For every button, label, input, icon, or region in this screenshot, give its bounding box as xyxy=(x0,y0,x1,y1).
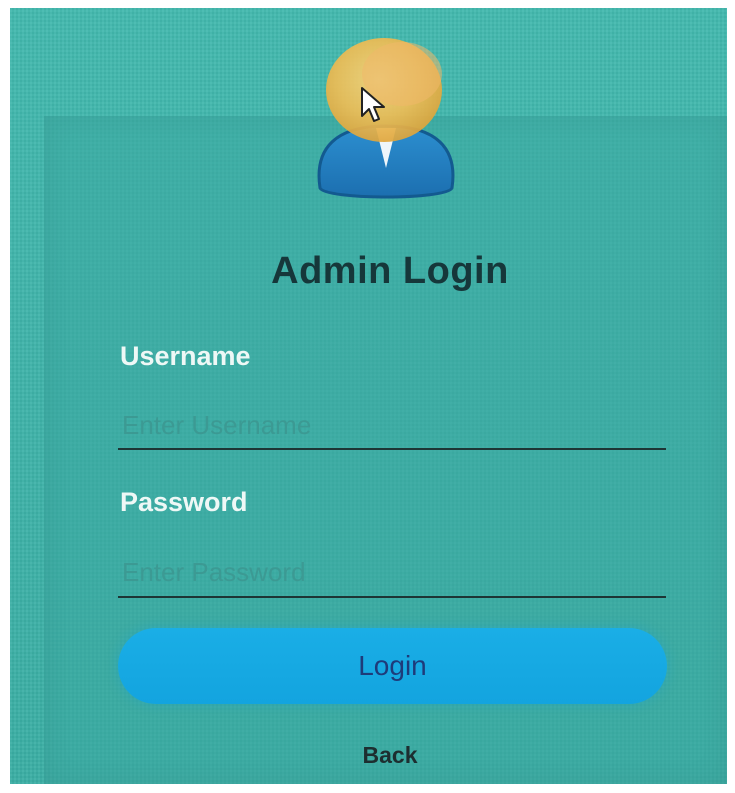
user-avatar-icon xyxy=(317,38,455,199)
username-label: Username xyxy=(120,341,251,371)
mouse-cursor-icon xyxy=(361,87,385,122)
back-link[interactable]: Back xyxy=(10,742,727,769)
password-label: Password xyxy=(120,487,248,517)
username-input[interactable] xyxy=(118,406,666,450)
login-button[interactable]: Login xyxy=(118,628,667,704)
login-screen: Admin Login Username Password Login Back xyxy=(10,8,727,784)
page-title: Admin Login xyxy=(271,250,509,292)
password-input[interactable] xyxy=(118,552,666,598)
